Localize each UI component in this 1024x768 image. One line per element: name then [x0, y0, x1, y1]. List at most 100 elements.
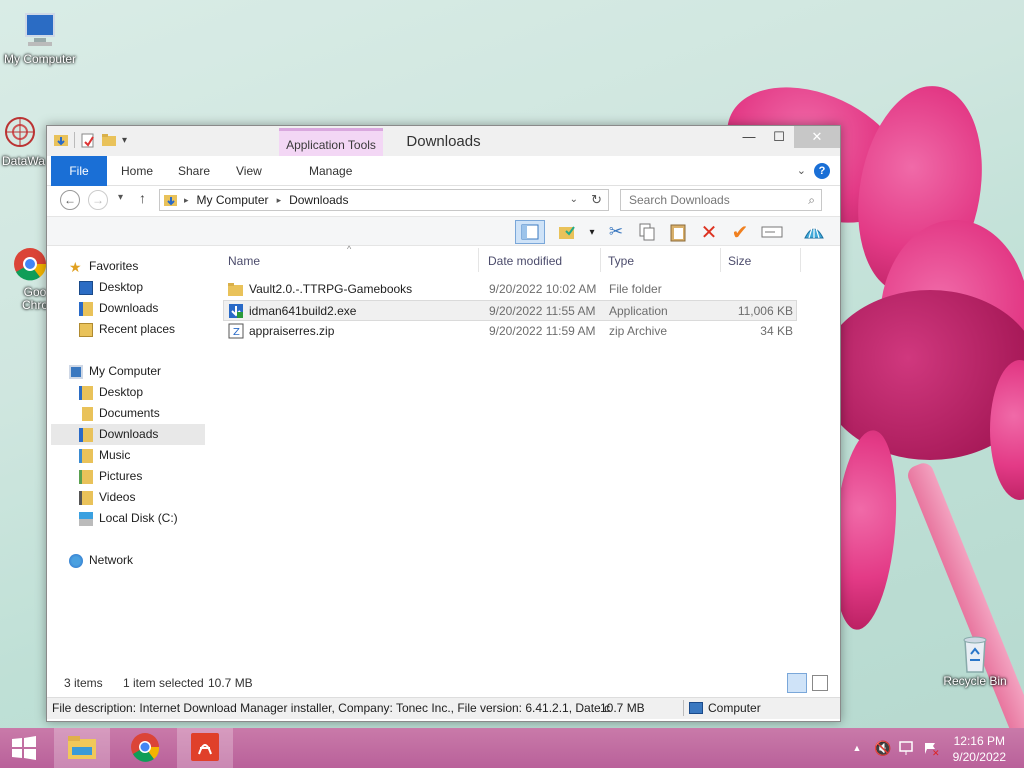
- navigation-pane: ★ Favorites Desktop Downloads Recent pla…: [51, 248, 209, 668]
- window-controls: — ☐ ✕: [734, 126, 840, 148]
- file-row[interactable]: Z appraiserres.zip 9/20/2022 11:59 AM zi…: [223, 321, 797, 342]
- nav-computer-music[interactable]: Music: [79, 445, 130, 466]
- folder-icon: [228, 282, 244, 296]
- network-icon: [69, 553, 83, 568]
- clock[interactable]: 12:16 PM 9/20/2022: [953, 733, 1006, 765]
- computer-icon: [20, 10, 60, 50]
- nav-computer-local-disk[interactable]: Local Disk (C:): [79, 508, 178, 529]
- recent-places-icon: [79, 322, 93, 337]
- recent-locations-icon[interactable]: ▾: [118, 192, 123, 203]
- up-button[interactable]: ↑: [139, 190, 146, 206]
- folder-icon: [79, 385, 93, 400]
- column-header-type[interactable]: Type: [608, 254, 634, 268]
- folder-options-icon[interactable]: [555, 220, 581, 244]
- taskbar-acrobat[interactable]: [177, 728, 233, 768]
- forward-button[interactable]: →: [88, 190, 108, 210]
- shell-icon[interactable]: [801, 220, 827, 244]
- nav-favorites-desktop[interactable]: Desktop: [79, 277, 143, 298]
- show-hidden-icons[interactable]: ▲: [850, 728, 864, 768]
- selection-count: 1 item selected: [123, 676, 204, 690]
- tab-home[interactable]: Home: [121, 156, 153, 186]
- file-description: File description: Internet Download Mana…: [52, 701, 611, 715]
- videos-folder-icon: [79, 490, 93, 505]
- windows-start-icon[interactable]: [8, 728, 40, 768]
- column-header-size[interactable]: Size: [728, 254, 751, 268]
- column-header-date[interactable]: Date modified: [488, 254, 562, 268]
- documents-folder-icon: [79, 406, 93, 421]
- file-row-selected[interactable]: idman641build2.exe 9/20/2022 11:55 AM Ap…: [223, 300, 797, 321]
- status-bar: 3 items 1 item selected 10.7 MB: [47, 673, 840, 695]
- ribbon-tabs: File Home Share View Manage ⌄ ?: [47, 156, 840, 186]
- recycle-bin-icon: [955, 632, 995, 673]
- tab-view[interactable]: View: [236, 156, 262, 186]
- checkmark-icon[interactable]: ✔: [727, 220, 753, 244]
- music-folder-icon: [79, 448, 93, 463]
- folder-options-dropdown-icon[interactable]: ▾: [579, 220, 605, 244]
- downloads-folder-icon: [79, 301, 93, 316]
- svg-text:Z: Z: [233, 327, 240, 338]
- tab-manage[interactable]: Manage: [309, 156, 352, 186]
- nav-computer-pictures[interactable]: Pictures: [79, 466, 142, 487]
- expand-ribbon-icon[interactable]: ⌄: [797, 164, 806, 177]
- delete-icon[interactable]: ✕: [696, 220, 722, 244]
- nav-computer-videos[interactable]: Videos: [79, 487, 135, 508]
- nav-my-computer[interactable]: My Computer: [69, 361, 161, 382]
- address-dropdown-icon[interactable]: ⌄: [570, 190, 578, 210]
- downloads-folder-icon: [79, 427, 93, 442]
- chrome-icon: [10, 231, 50, 281]
- refresh-icon[interactable]: ↻: [591, 190, 602, 210]
- breadcrumb-my-computer[interactable]: My Computer: [197, 190, 269, 210]
- copy-icon[interactable]: [634, 220, 660, 244]
- navigation-bar: ← → ▾ ↑ ▸ My Computer ▸ Downloads ⌄ ↻ Se…: [47, 186, 840, 216]
- zip-icon: Z: [228, 323, 244, 339]
- details-bar: File description: Internet Download Mana…: [47, 697, 840, 719]
- desktop-icon-recycle-bin[interactable]: Recycle Bin: [935, 632, 1015, 688]
- breadcrumb-separator-icon: ▸: [276, 195, 282, 205]
- acrobat-icon: [190, 732, 220, 765]
- installer-icon: [228, 303, 244, 319]
- column-header-name[interactable]: Name: [228, 254, 260, 268]
- breadcrumb-separator-icon: ▸: [184, 195, 189, 205]
- tab-share[interactable]: Share: [178, 156, 210, 186]
- preview-pane-button[interactable]: [515, 220, 545, 244]
- rename-icon[interactable]: [759, 220, 785, 244]
- nav-favorites-downloads[interactable]: Downloads: [79, 298, 158, 319]
- help-icon[interactable]: ?: [814, 163, 830, 179]
- volume-muted-icon[interactable]: 🔇: [873, 728, 893, 768]
- taskbar-chrome[interactable]: [117, 728, 173, 768]
- star-icon: ★: [69, 258, 82, 275]
- desktop-icon-my-computer[interactable]: My Computer: [0, 10, 80, 66]
- computer-icon: [69, 364, 83, 379]
- file-row[interactable]: Vault2.0.-.TTRPG-Gamebooks 9/20/2022 10:…: [223, 279, 797, 300]
- address-bar[interactable]: ▸ My Computer ▸ Downloads ⌄ ↻: [159, 189, 609, 211]
- nav-computer-desktop[interactable]: Desktop: [79, 382, 143, 403]
- cut-icon[interactable]: ✂: [603, 220, 629, 244]
- nav-network[interactable]: Network: [69, 550, 133, 571]
- clock-date: 9/20/2022: [952, 750, 1006, 764]
- nav-computer-downloads[interactable]: Downloads: [51, 424, 205, 445]
- minimize-button[interactable]: —: [734, 126, 764, 148]
- file-explorer-icon: [66, 733, 98, 764]
- breadcrumb-downloads[interactable]: Downloads: [289, 190, 348, 210]
- paste-icon[interactable]: [665, 220, 691, 244]
- nav-computer-documents[interactable]: Documents: [79, 403, 160, 424]
- details-view-icon[interactable]: [787, 673, 807, 693]
- close-button[interactable]: ✕: [794, 126, 840, 148]
- taskbar-file-explorer[interactable]: [54, 728, 110, 768]
- large-icons-view-icon[interactable]: [812, 675, 828, 691]
- maximize-button[interactable]: ☐: [764, 126, 794, 148]
- action-center-icon[interactable]: ✕: [921, 728, 941, 768]
- nav-favorites[interactable]: ★ Favorites: [69, 256, 138, 277]
- tab-file[interactable]: File: [51, 156, 107, 186]
- nav-favorites-recent[interactable]: Recent places: [79, 319, 175, 340]
- file-size: 10.7 MB: [600, 701, 645, 715]
- pictures-folder-icon: [79, 469, 93, 484]
- svg-text:✕: ✕: [932, 749, 940, 756]
- selection-size: 10.7 MB: [208, 676, 253, 690]
- windows-drive-icon: [79, 511, 93, 526]
- clock-time: 12:16 PM: [953, 734, 1005, 748]
- item-count: 3 items: [64, 676, 103, 690]
- search-input[interactable]: Search Downloads ⌕: [620, 189, 822, 211]
- network-status-icon[interactable]: [897, 728, 917, 768]
- back-button[interactable]: ←: [60, 190, 80, 210]
